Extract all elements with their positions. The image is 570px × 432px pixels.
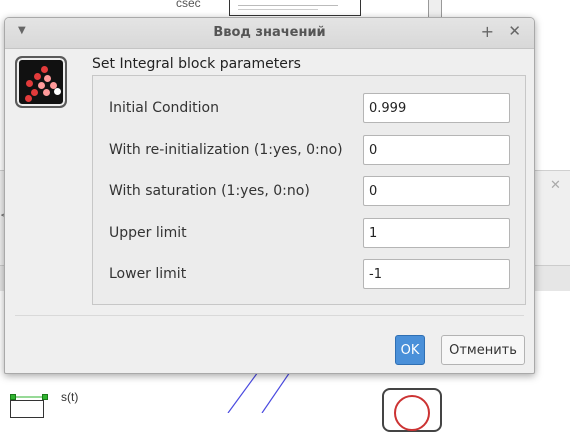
initial-condition-label: Initial Condition <box>109 100 219 116</box>
reinitialization-label: With re-initialization (1:yes, 0:no) <box>109 142 343 158</box>
background-document-thumb <box>229 0 361 16</box>
upper-limit-label: Upper limit <box>109 225 187 241</box>
signal-label: s(t) <box>61 390 79 404</box>
close-icon[interactable]: ✕ <box>508 22 521 40</box>
saturation-field[interactable] <box>363 176 510 206</box>
cancel-button[interactable]: Отменить <box>441 335 525 365</box>
lower-limit-label: Lower limit <box>109 266 187 282</box>
initial-condition-field[interactable] <box>363 93 510 123</box>
ok-button[interactable]: OK <box>395 335 425 365</box>
scilab-block-icon <box>15 56 67 108</box>
dialog-separator <box>15 315 524 316</box>
reinitialization-field[interactable] <box>363 135 510 165</box>
saturation-label: With saturation (1:yes, 0:no) <box>109 183 310 199</box>
upper-limit-field[interactable] <box>363 218 510 248</box>
background-close-icon[interactable]: ✕ <box>550 178 561 193</box>
function-block[interactable] <box>10 400 44 418</box>
parameters-dialog: ▼ Ввод значений + ✕ Set Integral block p… <box>4 17 535 374</box>
clock-block[interactable] <box>382 388 442 432</box>
dialog-titlebar[interactable]: ▼ Ввод значений + ✕ <box>5 18 534 49</box>
pin-icon[interactable]: + <box>481 22 494 41</box>
lower-limit-field[interactable] <box>363 259 510 289</box>
dialog-title: Ввод значений <box>213 25 326 40</box>
background-top-text: csec <box>176 0 201 10</box>
parameters-group: Initial Condition With re-initialization… <box>92 75 526 305</box>
dialog-subtitle: Set Integral block parameters <box>92 56 301 72</box>
